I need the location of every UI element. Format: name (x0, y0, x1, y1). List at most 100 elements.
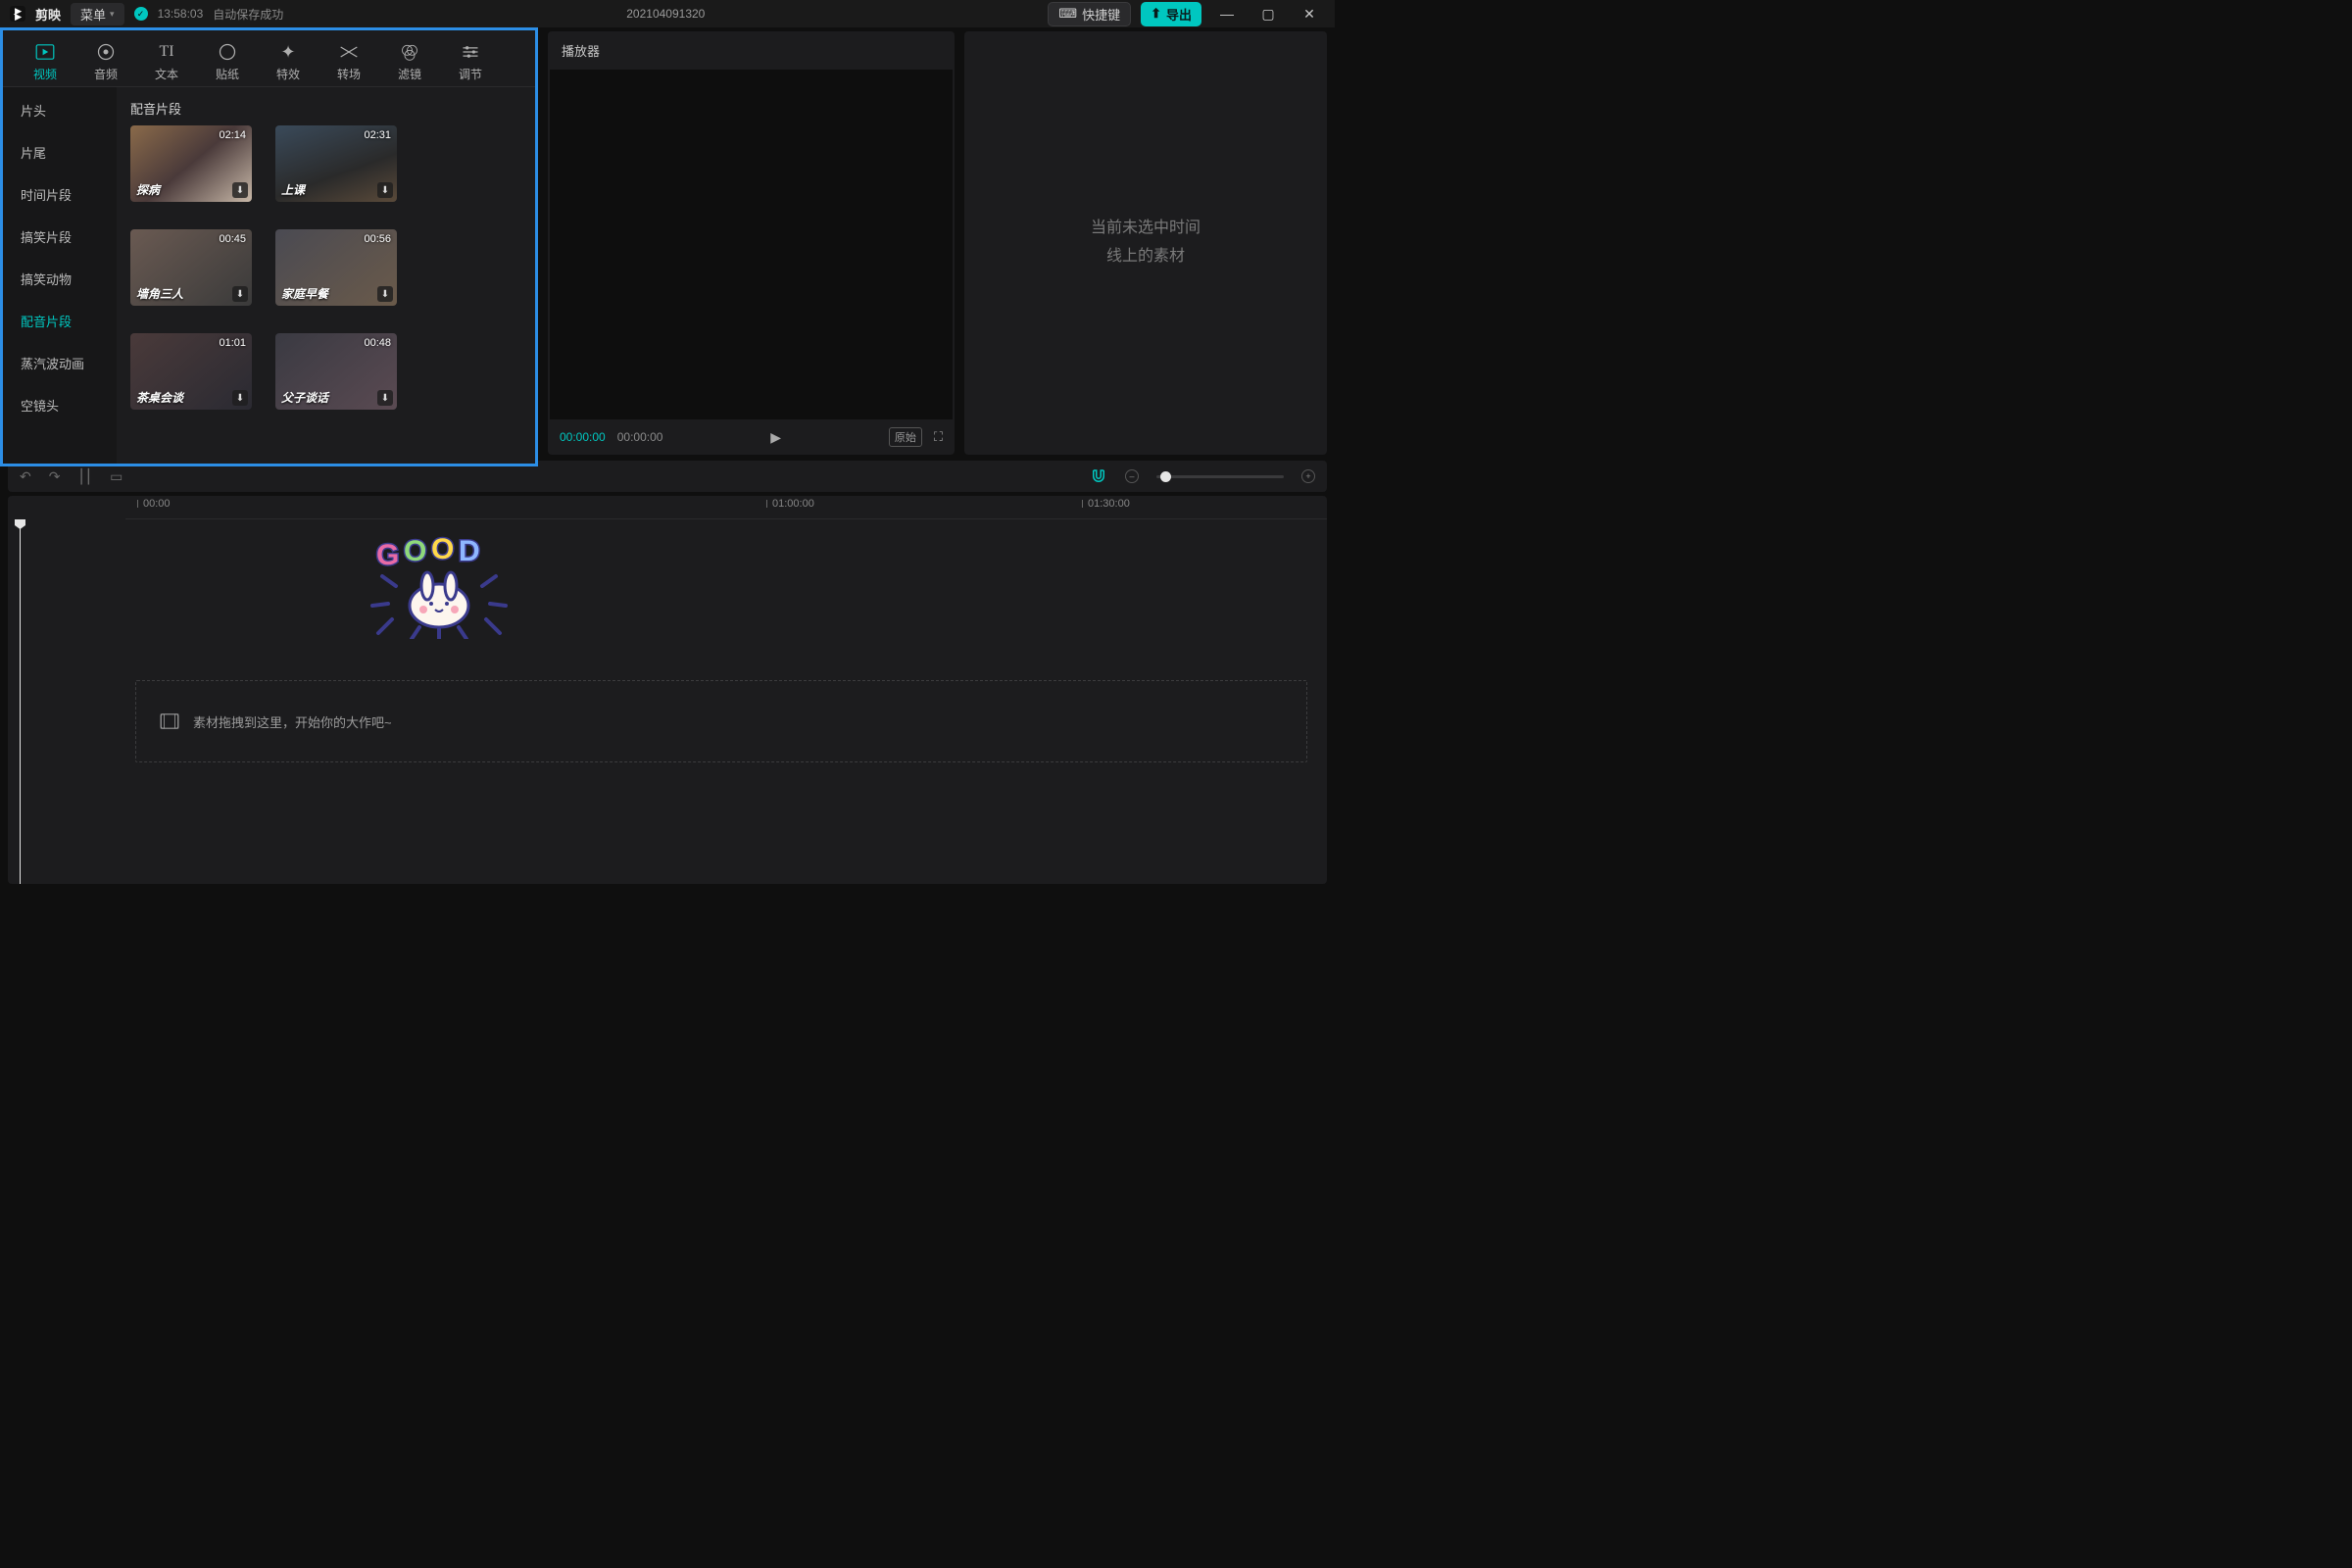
clip-caption: 上课 (281, 181, 305, 198)
svg-text:D: D (459, 535, 480, 567)
inspector-empty-text: 当前未选中时间 线上的素材 (1091, 215, 1200, 271)
timeline-dropzone[interactable]: 素材拖拽到这里，开始你的大作吧~ (135, 680, 1307, 762)
zoom-slider[interactable] (1156, 475, 1284, 478)
shortcut-button[interactable]: ⌨ 快捷键 (1048, 2, 1131, 26)
svg-text:G: G (376, 539, 399, 571)
player-viewport[interactable] (550, 70, 953, 419)
tab-transition[interactable]: 转场 (318, 36, 379, 86)
app-name: 剪映 (35, 5, 61, 24)
effect-icon: ✦ (258, 40, 318, 64)
playhead[interactable] (20, 519, 21, 884)
download-icon[interactable]: ⬇ (232, 286, 248, 302)
clip-duration: 01:01 (219, 337, 246, 349)
redo-button[interactable]: ↷ (49, 468, 61, 485)
dropzone-hint: 素材拖拽到这里，开始你的大作吧~ (193, 712, 392, 731)
library-category-list: 片头 片尾 时间片段 搞笑片段 搞笑动物 配音片段 蒸汽波动画 空镜头 (3, 87, 117, 464)
download-icon[interactable]: ⬇ (377, 182, 393, 198)
zoom-in-button[interactable]: + (1301, 469, 1315, 483)
category-item[interactable]: 片尾 (3, 131, 117, 173)
undo-button[interactable]: ↶ (20, 468, 31, 485)
transition-icon (318, 40, 379, 64)
download-icon[interactable]: ⬇ (377, 286, 393, 302)
category-item[interactable]: 搞笑动物 (3, 258, 117, 300)
library-panel: 视频 音频 TI 文本 贴纸 ✦ 特效 转场 (0, 27, 538, 466)
clip-thumbnail[interactable]: 00:48 父子谈话 ⬇ (275, 333, 397, 410)
export-button[interactable]: ⬆ 导出 (1141, 2, 1201, 26)
filter-icon (379, 40, 440, 64)
player-controls: 00:00:00 00:00:00 ▶ 原始 ⛶ (548, 419, 955, 455)
library-clip-grid: 配音片段 02:14 探病 ⬇ 02:31 上课 ⬇ 00:45 墙角三人 (117, 87, 535, 464)
split-button[interactable]: ⎮⎮ (77, 468, 92, 485)
adjust-icon (440, 40, 501, 64)
category-item[interactable]: 片头 (3, 89, 117, 131)
delete-button[interactable]: ▭ (110, 468, 122, 485)
clip-duration: 00:45 (219, 233, 246, 245)
titlebar: 剪映 菜单 ▾ ✓ 13:58:03 自动保存成功 202104091320 ⌨… (0, 0, 1335, 27)
library-tabs: 视频 音频 TI 文本 贴纸 ✦ 特效 转场 (3, 30, 535, 86)
timeline-ruler[interactable]: 00:00 01:00:00 01:30:00 (125, 496, 1327, 519)
clip-thumbnail[interactable]: 02:14 探病 ⬇ (130, 125, 252, 202)
ruler-mark: 01:30:00 (1088, 498, 1130, 510)
player-panel: 播放器 00:00:00 00:00:00 ▶ 原始 ⛶ (548, 31, 955, 455)
category-item[interactable]: 时间片段 (3, 173, 117, 216)
menu-label: 菜单 (80, 5, 106, 24)
maximize-button[interactable]: ▢ (1252, 6, 1284, 23)
shortcut-label: 快捷键 (1082, 5, 1120, 24)
magnet-toggle-icon[interactable] (1090, 468, 1107, 484)
section-title: 配音片段 (130, 99, 521, 118)
clip-caption: 探病 (136, 181, 160, 198)
menu-button[interactable]: 菜单 ▾ (71, 3, 124, 25)
svg-text:O: O (404, 535, 426, 567)
category-item[interactable]: 蒸汽波动画 (3, 342, 117, 384)
ruler-mark: 01:00:00 (772, 498, 814, 510)
zoom-out-button[interactable]: – (1125, 469, 1139, 483)
tab-effect[interactable]: ✦ 特效 (258, 36, 318, 86)
category-item[interactable]: 空镜头 (3, 384, 117, 426)
autosave-text: 自动保存成功 (213, 6, 283, 23)
clip-caption: 家庭早餐 (281, 285, 328, 302)
original-ratio-button[interactable]: 原始 (889, 427, 922, 447)
tab-sticker[interactable]: 贴纸 (197, 36, 258, 86)
player-header: 播放器 (548, 31, 955, 70)
sticker-icon (197, 40, 258, 64)
clip-thumbnail[interactable]: 01:01 茶桌会谈 ⬇ (130, 333, 252, 410)
fullscreen-icon[interactable]: ⛶ (934, 429, 943, 445)
tab-video[interactable]: 视频 (15, 36, 75, 86)
tab-filter[interactable]: 滤镜 (379, 36, 440, 86)
category-item-active[interactable]: 配音片段 (3, 300, 117, 342)
zoom-thumb[interactable] (1160, 471, 1171, 482)
export-icon: ⬆ (1151, 6, 1161, 22)
video-icon (15, 40, 75, 64)
download-icon[interactable]: ⬇ (232, 390, 248, 406)
clip-duration: 00:48 (364, 337, 391, 349)
download-icon[interactable]: ⬇ (377, 390, 393, 406)
timeline-tracks[interactable]: G O O D 素材拖拽到这里，开始你的大作吧~ (8, 519, 1327, 884)
text-icon: TI (136, 40, 197, 64)
time-current: 00:00:00 (560, 430, 606, 444)
tab-audio[interactable]: 音频 (75, 36, 136, 86)
clip-thumbnail[interactable]: 00:45 墙角三人 ⬇ (130, 229, 252, 306)
app-logo-icon (10, 6, 25, 22)
category-item[interactable]: 搞笑片段 (3, 216, 117, 258)
keyboard-icon: ⌨ (1058, 6, 1077, 22)
audio-icon (75, 40, 136, 64)
clip-thumbnail[interactable]: 00:56 家庭早餐 ⬇ (275, 229, 397, 306)
download-icon[interactable]: ⬇ (232, 182, 248, 198)
tab-adjust[interactable]: 调节 (440, 36, 501, 86)
clip-thumbnail[interactable]: 02:31 上课 ⬇ (275, 125, 397, 202)
export-label: 导出 (1166, 5, 1192, 24)
clip-duration: 02:31 (364, 129, 391, 141)
good-sticker-overlay: G O O D (370, 531, 508, 639)
clip-caption: 墙角三人 (136, 285, 183, 302)
clip-duration: 02:14 (219, 129, 246, 141)
autosave-time: 13:58:03 (158, 7, 204, 21)
minimize-button[interactable]: — (1211, 6, 1243, 22)
timeline-panel: 00:00 01:00:00 01:30:00 (8, 496, 1327, 884)
close-button[interactable]: ✕ (1294, 6, 1325, 23)
autosave-check-icon: ✓ (134, 7, 148, 21)
tab-text[interactable]: TI 文本 (136, 36, 197, 86)
play-button[interactable]: ▶ (770, 429, 781, 446)
inspector-panel: 当前未选中时间 线上的素材 (964, 31, 1327, 455)
project-name: 202104091320 (293, 7, 1038, 21)
film-icon (160, 713, 179, 729)
